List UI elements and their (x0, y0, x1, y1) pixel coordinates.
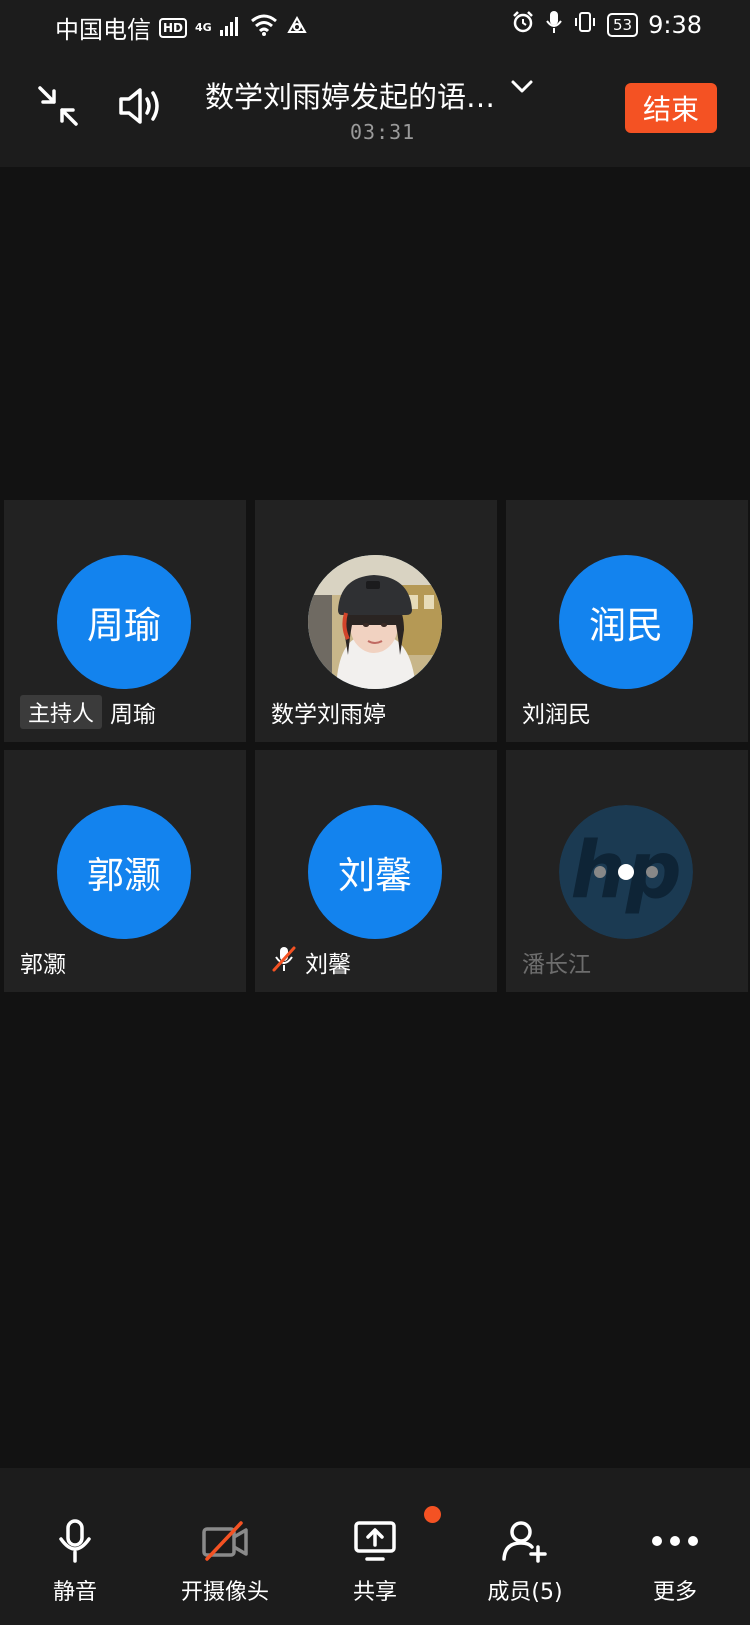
loading-dot (594, 866, 606, 878)
network-type: 4G (195, 20, 212, 34)
status-left: 中国电信 HD 4G (55, 10, 308, 45)
participant-tile[interactable]: 数学刘雨婷 (255, 500, 497, 742)
hd-badge: HD (159, 17, 188, 38)
participant-name-row: 郭灏 (20, 945, 66, 979)
battery-indicator: 53 (607, 13, 639, 37)
share-button[interactable]: 共享 (300, 1468, 450, 1625)
signal-icon (219, 14, 242, 42)
camera-label: 开摄像头 (180, 1580, 269, 1605)
mic-status-icon (545, 10, 563, 40)
share-screen-icon (353, 1518, 397, 1564)
participant-tile[interactable]: 周瑜 主持人 周瑜 (4, 500, 246, 742)
clock: 9:38 (648, 11, 702, 39)
participant-tile[interactable]: 郭灏 郭灏 (4, 750, 246, 992)
host-badge: 主持人 (20, 695, 103, 729)
loading-dot (646, 866, 658, 878)
participant-tile[interactable]: 刘馨 刘馨 (255, 750, 497, 992)
add-member-icon (501, 1518, 549, 1564)
bottom-toolbar: 静音 开摄像头 共享 成员(5) 更多 (0, 1468, 750, 1625)
mute-button[interactable]: 静音 (0, 1468, 150, 1625)
app-notification-icon (286, 14, 308, 42)
microphone-icon (58, 1518, 92, 1564)
more-icon (651, 1518, 699, 1564)
more-button[interactable]: 更多 (600, 1468, 750, 1625)
participant-name: 数学刘雨婷 (271, 702, 386, 728)
chevron-down-icon[interactable] (510, 78, 534, 100)
participant-name: 周瑜 (110, 702, 157, 728)
wifi-icon (250, 14, 278, 42)
members-button[interactable]: 成员(5) (450, 1468, 600, 1625)
mic-muted-icon (271, 945, 297, 979)
status-bar: 中国电信 HD 4G 53 9:38 (0, 0, 750, 52)
vibrate-icon (573, 10, 597, 40)
participant-tile[interactable]: 润民 刘润民 (506, 500, 748, 742)
members-label: 成员(5) (487, 1580, 563, 1605)
mute-label: 静音 (52, 1580, 97, 1605)
status-right: 53 9:38 (511, 10, 702, 40)
call-title[interactable]: 数学刘雨婷发起的语… (205, 74, 495, 116)
avatar: 周瑜 (57, 555, 191, 689)
loading-dot (618, 864, 634, 880)
avatar: 郭灏 (57, 805, 191, 939)
avatar: 刘馨 (308, 805, 442, 939)
speaker-icon[interactable] (118, 84, 164, 128)
minimize-icon[interactable] (36, 84, 80, 128)
more-label: 更多 (652, 1580, 697, 1605)
participant-name-row: 刘馨 (271, 945, 351, 979)
notification-dot (424, 1506, 441, 1523)
camera-off-icon (201, 1518, 249, 1564)
loading-indicator (559, 805, 693, 939)
participant-name: 郭灏 (20, 952, 66, 978)
participant-grid: 周瑜 主持人 周瑜 数学刘雨婷 润民 刘润民 郭灏 郭灏 刘馨 刘馨 hp 潘长… (4, 500, 748, 992)
participant-name-row: 主持人 周瑜 (20, 695, 156, 729)
avatar-photo (308, 555, 442, 689)
avatar-logo: hp (559, 805, 693, 939)
call-timer: 03:31 (350, 120, 416, 144)
camera-button[interactable]: 开摄像头 (150, 1468, 300, 1625)
participant-name-row: 刘润民 (522, 695, 591, 729)
call-header: 数学刘雨婷发起的语… 03:31 结束 (0, 52, 750, 167)
carrier-name: 中国电信 (55, 16, 151, 44)
participant-tile[interactable]: hp 潘长江 (506, 750, 748, 992)
avatar: 润民 (559, 555, 693, 689)
participant-name: 刘润民 (522, 702, 591, 728)
share-label: 共享 (352, 1580, 397, 1605)
end-call-button[interactable]: 结束 (625, 83, 717, 133)
participant-name: 刘馨 (305, 952, 351, 978)
participant-name-row: 数学刘雨婷 (271, 695, 386, 729)
alarm-icon (511, 10, 535, 40)
participant-name-row: 潘长江 (522, 945, 591, 979)
participant-name: 潘长江 (522, 952, 591, 978)
